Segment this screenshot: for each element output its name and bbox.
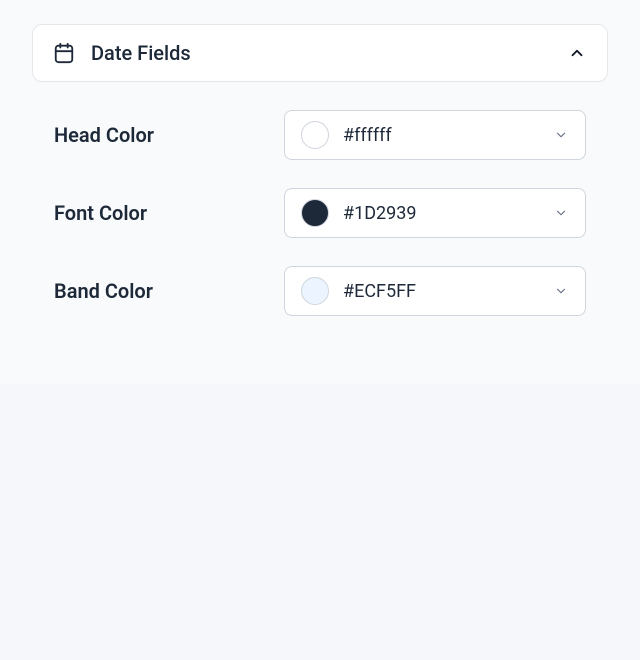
field-label: Band Color	[54, 279, 284, 303]
field-row-head-color: Head Color #ffffff	[54, 110, 586, 160]
chevron-up-icon	[567, 43, 587, 63]
chevron-down-icon	[553, 283, 569, 299]
date-fields-panel: Date Fields Head Color #ffffff Font Colo…	[0, 0, 640, 384]
color-value: #ECF5FF	[343, 281, 416, 302]
chevron-down-icon	[553, 127, 569, 143]
field-label: Head Color	[54, 123, 284, 147]
color-swatch	[301, 277, 329, 305]
fields-container: Head Color #ffffff Font Color #1D2939	[32, 82, 608, 352]
color-value: #ffffff	[343, 125, 392, 146]
calendar-icon	[53, 42, 75, 64]
field-label: Font Color	[54, 201, 284, 225]
color-value: #1D2939	[343, 203, 416, 224]
chevron-down-icon	[553, 205, 569, 221]
field-row-font-color: Font Color #1D2939	[54, 188, 586, 238]
color-picker-band-color[interactable]: #ECF5FF	[284, 266, 586, 316]
section-title: Date Fields	[91, 41, 191, 65]
color-swatch	[301, 199, 329, 227]
color-swatch	[301, 121, 329, 149]
color-picker-head-color[interactable]: #ffffff	[284, 110, 586, 160]
section-header-left: Date Fields	[53, 41, 191, 65]
section-header-date-fields[interactable]: Date Fields	[32, 24, 608, 82]
field-row-band-color: Band Color #ECF5FF	[54, 266, 586, 316]
color-picker-font-color[interactable]: #1D2939	[284, 188, 586, 238]
